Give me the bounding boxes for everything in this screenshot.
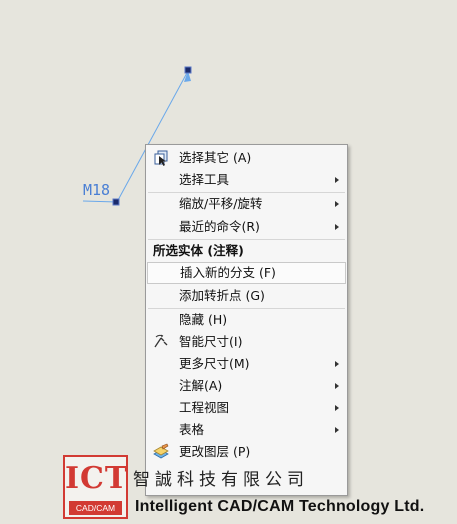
menu-item-label: 表格 bbox=[179, 422, 205, 437]
menu-item-tables[interactable]: 表格 bbox=[147, 419, 346, 441]
logo-mark: ICT bbox=[65, 461, 129, 496]
menu-item-label: 更多尺寸(M) bbox=[179, 356, 250, 371]
menu-item-label: 工程视图 bbox=[179, 400, 230, 415]
smart-dimension-icon bbox=[152, 333, 170, 351]
menu-item-select-tools[interactable]: 选择工具 bbox=[147, 169, 346, 191]
menu-item-label: 注解(A) bbox=[179, 378, 223, 393]
menu-item-select-other[interactable]: 选择其它 (A) bbox=[147, 147, 346, 169]
ict-logo: ICT CAD/CAM bbox=[63, 455, 128, 519]
menu-item-annotations[interactable]: 注解(A) bbox=[147, 375, 346, 397]
submenu-arrow-icon bbox=[335, 361, 339, 367]
company-name-cn: 智誠科技有限公司 bbox=[133, 470, 309, 490]
logo-mark-sub: CAD/CAM bbox=[69, 501, 122, 515]
submenu-arrow-icon bbox=[335, 405, 339, 411]
submenu-arrow-icon bbox=[335, 427, 339, 433]
menu-item-zoom-pan-rotate[interactable]: 缩放/平移/旋转 bbox=[147, 193, 346, 215]
menu-item-label: 添加转折点 (G) bbox=[179, 288, 265, 303]
menu-item-label: 智能尺寸(I) bbox=[179, 334, 243, 349]
leader-end-grip[interactable] bbox=[184, 66, 192, 74]
company-name-en: Intelligent CAD/CAM Technology Ltd. bbox=[135, 498, 425, 515]
menu-item-label: 缩放/平移/旋转 bbox=[179, 196, 263, 211]
dimension-underline bbox=[82, 200, 118, 203]
company-watermark: ICT CAD/CAM 智誠科技有限公司 Intelligent CAD/CAM… bbox=[63, 455, 457, 524]
menu-item-insert-branch[interactable]: 插入新的分支 (F) bbox=[147, 262, 346, 284]
submenu-arrow-icon bbox=[335, 177, 339, 183]
dimension-text[interactable]: M18 bbox=[83, 181, 110, 199]
menu-item-label: 插入新的分支 (F) bbox=[180, 265, 276, 280]
menu-item-smart-dimension[interactable]: 智能尺寸(I) bbox=[147, 331, 346, 353]
menu-item-label: 隐藏 (H) bbox=[179, 312, 228, 327]
menu-item-more-dimensions[interactable]: 更多尺寸(M) bbox=[147, 353, 346, 375]
menu-section-header: 所选实体 (注释) bbox=[153, 243, 244, 258]
menu-item-drawing-views[interactable]: 工程视图 bbox=[147, 397, 346, 419]
menu-item-label: 最近的命令(R) bbox=[179, 219, 260, 234]
menu-item-label: 选择工具 bbox=[179, 172, 230, 187]
submenu-arrow-icon bbox=[335, 224, 339, 230]
select-other-icon bbox=[152, 149, 170, 167]
menu-item-hide[interactable]: 隐藏 (H) bbox=[147, 309, 346, 331]
menu-item-add-jog-point[interactable]: 添加转折点 (G) bbox=[147, 285, 346, 307]
context-menu: 选择其它 (A) 选择工具 缩放/平移/旋转 最近的命令(R) 所选实体 (注释… bbox=[145, 144, 348, 496]
menu-item-recent-commands[interactable]: 最近的命令(R) bbox=[147, 216, 346, 238]
menu-item-label: 选择其它 (A) bbox=[179, 150, 252, 165]
leader-start-grip[interactable] bbox=[112, 198, 120, 206]
submenu-arrow-icon bbox=[335, 201, 339, 207]
submenu-arrow-icon bbox=[335, 383, 339, 389]
